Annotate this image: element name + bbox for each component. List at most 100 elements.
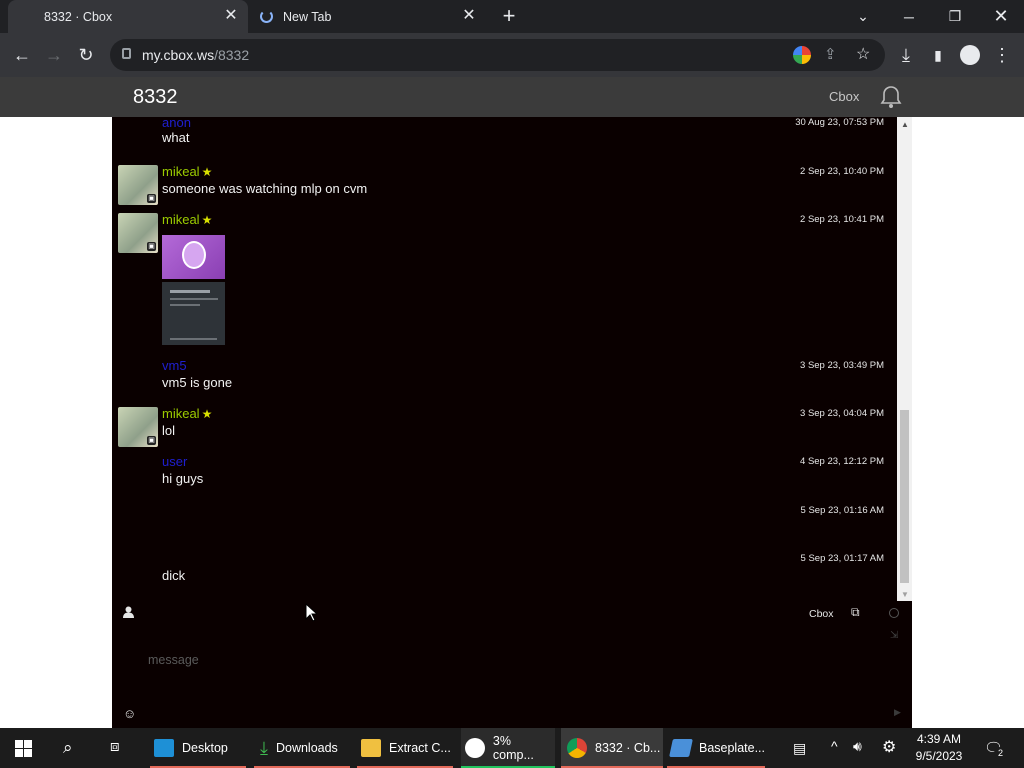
avatar[interactable]: ▣ xyxy=(118,165,158,205)
message-text: lol xyxy=(162,423,176,438)
taskbar-item-desktop[interactable]: Desktop xyxy=(150,728,246,768)
new-tab-button[interactable]: + xyxy=(497,4,521,28)
scrollbar-thumb[interactable] xyxy=(900,410,909,583)
avatar[interactable]: ▣ xyxy=(118,213,158,253)
taskbar-item-progress[interactable]: 3% comp... xyxy=(461,728,555,768)
volume-icon[interactable]: 🔊︎ xyxy=(853,738,862,755)
chat-scrollbar[interactable]: ▲ ▼ xyxy=(897,117,912,601)
taskbar-item-label: Downloads xyxy=(275,741,338,755)
download-arrow-icon: ⤓ xyxy=(260,737,268,758)
reload-button[interactable]: ↻ xyxy=(72,41,100,69)
taskbar-item-baseplate[interactable]: Baseplate... xyxy=(667,728,765,768)
taskbar-item-label: Baseplate... xyxy=(698,741,765,755)
browser-toolbar: ← → ↻ my.cbox.ws/8332 ⇪ ☆ ⤓ ▮ ⋮ xyxy=(0,33,1024,77)
restore-button[interactable]: ❐ xyxy=(932,0,978,33)
forward-button[interactable]: → xyxy=(40,41,68,69)
folder-icon xyxy=(361,739,381,757)
clock-date: 9/5/2023 xyxy=(915,749,963,763)
message-text: what xyxy=(162,130,190,145)
message-timestamp: 5 Sep 23, 01:16 AM xyxy=(800,505,884,516)
search-icon[interactable]: ⌕ xyxy=(63,738,73,758)
star-icon: ★ xyxy=(201,407,213,421)
desktop-icon xyxy=(154,739,174,757)
chat-message: ▣ mikeal ★ 2 Sep 23, 10:40 PM someone was… xyxy=(112,164,897,208)
scroll-down-arrow-icon[interactable]: ▼ xyxy=(901,590,909,599)
url-text: my.cbox.ws/8332 xyxy=(142,47,249,63)
username[interactable]: vm5 xyxy=(162,358,187,373)
bookmark-star-icon[interactable]: ☆ xyxy=(856,44,870,64)
username[interactable]: user xyxy=(162,454,187,469)
bell-icon[interactable] xyxy=(880,85,902,109)
pony-logo-image-thumbnail[interactable] xyxy=(162,235,225,279)
taskbar-item-label: 3% comp... xyxy=(492,734,534,762)
browser-tab-strip: 8332 · Cbox ✕ New Tab ✕ + ⌄ ─ ❐ ✕ xyxy=(0,0,1024,33)
share-icon[interactable]: ⇪ xyxy=(824,45,837,63)
username[interactable]: mikeal ★ xyxy=(162,164,212,179)
tab-title: 8332 · Cbox xyxy=(44,9,113,24)
login-icon[interactable]: ⇲ xyxy=(890,630,898,641)
cbox-footer-link[interactable]: Cbox xyxy=(809,608,834,620)
cbox-brand-link[interactable]: Cbox xyxy=(829,89,859,104)
message-input[interactable]: message xyxy=(148,653,199,667)
close-tab-icon[interactable]: ✕ xyxy=(462,8,476,24)
tab-search-chevron-icon[interactable]: ⌄ xyxy=(840,0,886,33)
minimize-button[interactable]: ─ xyxy=(886,0,932,33)
avatar[interactable]: ▣ xyxy=(118,407,158,447)
message-text: dick xyxy=(162,568,186,583)
screenshot-image-thumbnail[interactable] xyxy=(162,282,225,345)
send-arrow-icon[interactable]: ▶ xyxy=(894,707,901,718)
username[interactable]: mikeal ★ xyxy=(162,406,212,421)
popout-icon[interactable]: ⧉ xyxy=(851,605,860,620)
emoji-icon[interactable]: ☺ xyxy=(123,706,136,721)
taskbar-item-label: Desktop xyxy=(182,741,228,755)
close-window-button[interactable]: ✕ xyxy=(978,0,1024,33)
star-icon: ★ xyxy=(201,165,213,179)
taskbar-item-label: Extract C... xyxy=(389,741,451,755)
scroll-up-arrow-icon[interactable]: ▲ xyxy=(901,120,909,129)
lock-icon[interactable] xyxy=(122,48,131,59)
avatar-badge-icon: ▣ xyxy=(147,436,156,445)
download-icon[interactable]: ⤓ xyxy=(892,41,920,69)
message-text: someone was watching mlp on cvm xyxy=(162,181,368,196)
back-button[interactable]: ← xyxy=(8,41,36,69)
url-path: /8332 xyxy=(214,47,250,63)
loading-spinner-icon xyxy=(260,10,273,23)
username[interactable]: mikeal ★ xyxy=(162,212,212,227)
side-panel-icon[interactable]: ▮ xyxy=(924,41,952,69)
message-text: hi guys xyxy=(162,471,204,486)
menu-kebab-icon[interactable]: ⋮ xyxy=(988,41,1016,69)
clock-icon xyxy=(465,738,485,758)
url-host: my.cbox.ws xyxy=(142,47,215,63)
status-circle-icon xyxy=(889,608,899,618)
taskbar-item-extract[interactable]: Extract C... xyxy=(357,728,453,768)
chat-message: 5 Sep 23, 01:16 AM xyxy=(112,503,897,539)
avatar-badge-icon: ▣ xyxy=(147,242,156,251)
chat-message: ▣ mikeal ★ 3 Sep 23, 04:04 PM lol xyxy=(112,406,897,450)
chat-message: 5 Sep 23, 01:17 AM dick xyxy=(112,551,897,587)
taskbar-item-chrome[interactable]: 8332 · Cb... xyxy=(561,728,663,768)
tab-cbox[interactable]: 8332 · Cbox ✕ xyxy=(8,0,248,33)
windows-start-icon[interactable] xyxy=(15,740,32,762)
avatar-badge-icon: ▣ xyxy=(147,194,156,203)
message-timestamp: 5 Sep 23, 01:17 AM xyxy=(800,553,884,564)
google-lens-icon[interactable] xyxy=(793,46,811,64)
close-tab-icon[interactable]: ✕ xyxy=(224,8,238,24)
settings-gear-icon[interactable]: ⚙ xyxy=(882,737,896,757)
news-widget-icon[interactable]: ▤ xyxy=(793,740,806,757)
username-text: mikeal xyxy=(162,212,200,227)
tab-title: New Tab xyxy=(283,9,332,24)
clock-time: 4:39 AM xyxy=(916,732,962,746)
profile-icon[interactable] xyxy=(956,41,984,69)
system-clock[interactable]: 4:39 AM 9/5/2023 xyxy=(910,731,968,765)
user-icon[interactable] xyxy=(123,606,134,621)
message-text: vm5 is gone xyxy=(162,375,233,390)
tab-new-tab[interactable]: New Tab ✕ xyxy=(250,0,486,33)
address-bar[interactable]: my.cbox.ws/8332 ⇪ ☆ xyxy=(110,39,885,71)
chat-area: anon 30 Aug 23, 07:53 PM what ▣ mikeal ★ … xyxy=(112,117,912,728)
windows-taskbar: ⌕ ⧈ Desktop ⤓ Downloads Extract C... 3% … xyxy=(0,728,1024,768)
box-title: 8332 xyxy=(133,86,178,108)
show-hidden-icons-chevron[interactable]: ^ xyxy=(831,738,838,754)
task-view-icon[interactable]: ⧈ xyxy=(110,738,120,755)
taskbar-item-downloads[interactable]: ⤓ Downloads xyxy=(254,728,350,768)
username[interactable]: anon xyxy=(162,117,191,130)
